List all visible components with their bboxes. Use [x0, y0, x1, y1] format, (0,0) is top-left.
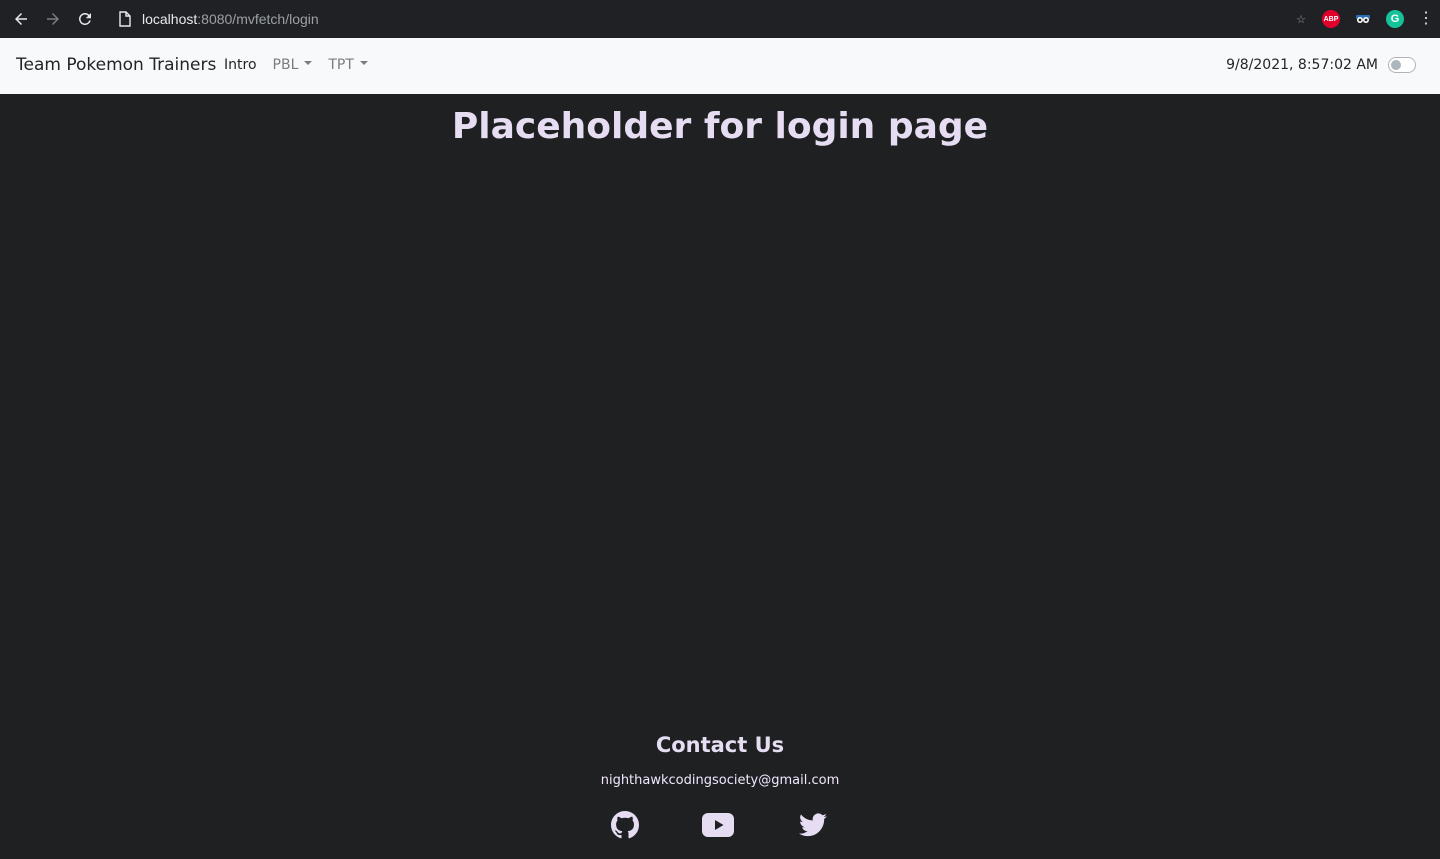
forward-button[interactable] — [37, 0, 69, 38]
nav-right: 9/8/2021, 8:57:02 AM — [1226, 57, 1416, 73]
youtube-icon — [702, 813, 734, 837]
caret-down-icon — [304, 61, 313, 65]
url-host: localhost — [142, 11, 198, 27]
url-path: :8080/mvfetch/login — [197, 11, 319, 27]
twitter-icon — [799, 813, 827, 837]
toggle-knob — [1391, 60, 1401, 70]
nav-links: Intro PBL TPT — [224, 57, 368, 73]
nav-dropdown-tpt-label: TPT — [328, 57, 354, 73]
nav-dropdown-tpt[interactable]: TPT — [328, 57, 368, 73]
bookmark-star-icon[interactable]: ☆ — [1294, 13, 1308, 26]
page-icon — [119, 11, 131, 27]
nav-dropdown-pbl-label: PBL — [272, 57, 299, 73]
address-bar[interactable]: localhost:8080/mvfetch/login — [110, 4, 1280, 34]
back-button[interactable] — [5, 0, 37, 38]
reload-icon — [78, 12, 91, 25]
theme-toggle-switch[interactable] — [1388, 57, 1416, 73]
nav-link-intro[interactable]: Intro — [224, 57, 257, 73]
caret-down-icon — [359, 61, 368, 65]
page-title: Placeholder for login page — [451, 106, 989, 147]
youtube-link[interactable] — [702, 810, 734, 840]
contact-heading: Contact Us — [655, 733, 785, 757]
arrow-right-icon — [47, 13, 59, 25]
extensions-area: ☆ ABP G ⋮ — [1294, 0, 1434, 38]
github-link[interactable] — [609, 810, 641, 840]
browser-toolbar: localhost:8080/mvfetch/login ☆ ABP G ⋮ — [0, 0, 1440, 38]
site-navbar: Team Pokemon Trainers Intro PBL TPT 9/8/… — [0, 38, 1440, 94]
datetime-display: 9/8/2021, 8:57:02 AM — [1226, 57, 1378, 73]
adblock-plus-icon[interactable]: ABP — [1322, 10, 1340, 28]
kebab-menu-icon[interactable]: ⋮ — [1418, 11, 1434, 27]
contact-email[interactable]: nighthawkcodingsociety@gmail.com — [0, 773, 1440, 788]
brand-link[interactable]: Team Pokemon Trainers — [16, 55, 216, 75]
reload-button[interactable] — [69, 0, 101, 38]
arrow-left-icon — [15, 13, 27, 25]
nav-dropdown-pbl[interactable]: PBL — [273, 57, 313, 73]
grammarly-icon[interactable]: G — [1386, 10, 1404, 28]
github-icon — [611, 811, 639, 839]
twitter-link[interactable] — [797, 810, 829, 840]
eyes-extension-icon[interactable] — [1354, 10, 1372, 28]
